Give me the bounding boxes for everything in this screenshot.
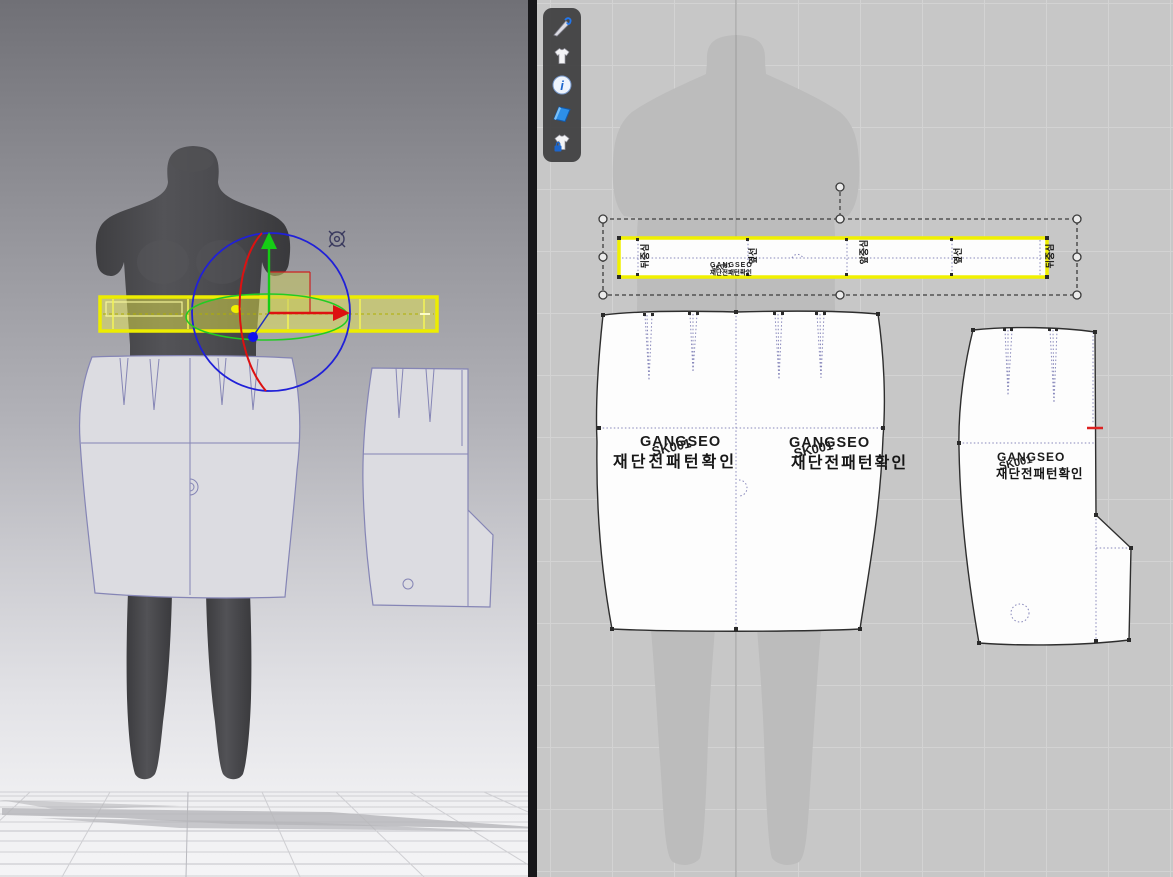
selection-handle[interactable] [1073, 291, 1081, 299]
selection-handle[interactable] [599, 253, 607, 261]
waistband-piece-2d[interactable]: 뒤중심 옆선 앞중심 옆선 뒤중심 GANGSEO SK001 재단전패턴확인 [617, 236, 1055, 279]
fashion-cad-window: 뒤중심 옆선 앞중심 옆선 뒤중심 GANGSEO SK001 재단전패턴확인 [0, 0, 1173, 877]
pivot-reticle-icon [329, 231, 345, 247]
waistband-seam-label: 뒤중심 [639, 244, 650, 269]
fabric-tool-button[interactable] [549, 101, 575, 127]
selection-handle[interactable] [1073, 215, 1081, 223]
skirt-main-piece-2d[interactable]: GANGSEO SK001 재단전패턴확인 GANGSEO SK001 재단전패… [596, 310, 908, 631]
info-tool-button[interactable]: i [549, 72, 575, 98]
waistband-seam-label: 옆선 [952, 248, 963, 265]
svg-text:재단전패턴확인: 재단전패턴확인 [996, 466, 1084, 481]
needle-icon [551, 16, 573, 38]
rotation-handle[interactable] [836, 183, 844, 191]
shirt-lock-icon [551, 132, 573, 154]
waistband-seam-label: 뒤중심 [1044, 244, 1055, 269]
2d-tool-palette: i [543, 8, 581, 162]
svg-text:재단전패턴확인: 재단전패턴확인 [791, 453, 908, 472]
skirt-side-piece-2d[interactable]: GANGSEO SK001 재단전패턴확인 [957, 328, 1133, 645]
svg-text:i: i [560, 78, 564, 93]
info-icon: i [551, 74, 573, 96]
selection-handle[interactable] [599, 215, 607, 223]
garment-tool-button[interactable] [549, 43, 575, 69]
fabric-icon [551, 103, 573, 125]
selection-handle[interactable] [836, 291, 844, 299]
2d-pattern-viewport[interactable]: 뒤중심 옆선 앞중심 옆선 뒤중심 GANGSEO SK001 재단전패턴확인 [537, 0, 1173, 877]
lock-garment-tool-button[interactable] [549, 130, 575, 156]
selection-handle[interactable] [599, 291, 607, 299]
shirt-icon [551, 45, 573, 67]
waistband-stamp: GANGSEO SK001 재단전패턴확인 [710, 262, 753, 277]
sewing-tool-button[interactable] [549, 14, 575, 40]
waistband-seam-label: 앞중심 [858, 240, 869, 265]
gizmo-plane-handle[interactable] [270, 272, 310, 313]
svg-text:재단전패턴확인: 재단전패턴확인 [613, 452, 737, 471]
3d-viewport[interactable] [0, 0, 528, 877]
selection-handle[interactable] [1073, 253, 1081, 261]
gizmo-origin-handle[interactable] [248, 332, 258, 342]
svg-text:재단전패턴확인: 재단전패턴확인 [710, 268, 752, 277]
skirt-back-piece-3d[interactable] [363, 368, 493, 607]
panel-splitter[interactable] [528, 0, 537, 877]
selection-handle[interactable] [836, 215, 844, 223]
skirt-front-piece-3d[interactable] [80, 356, 300, 598]
